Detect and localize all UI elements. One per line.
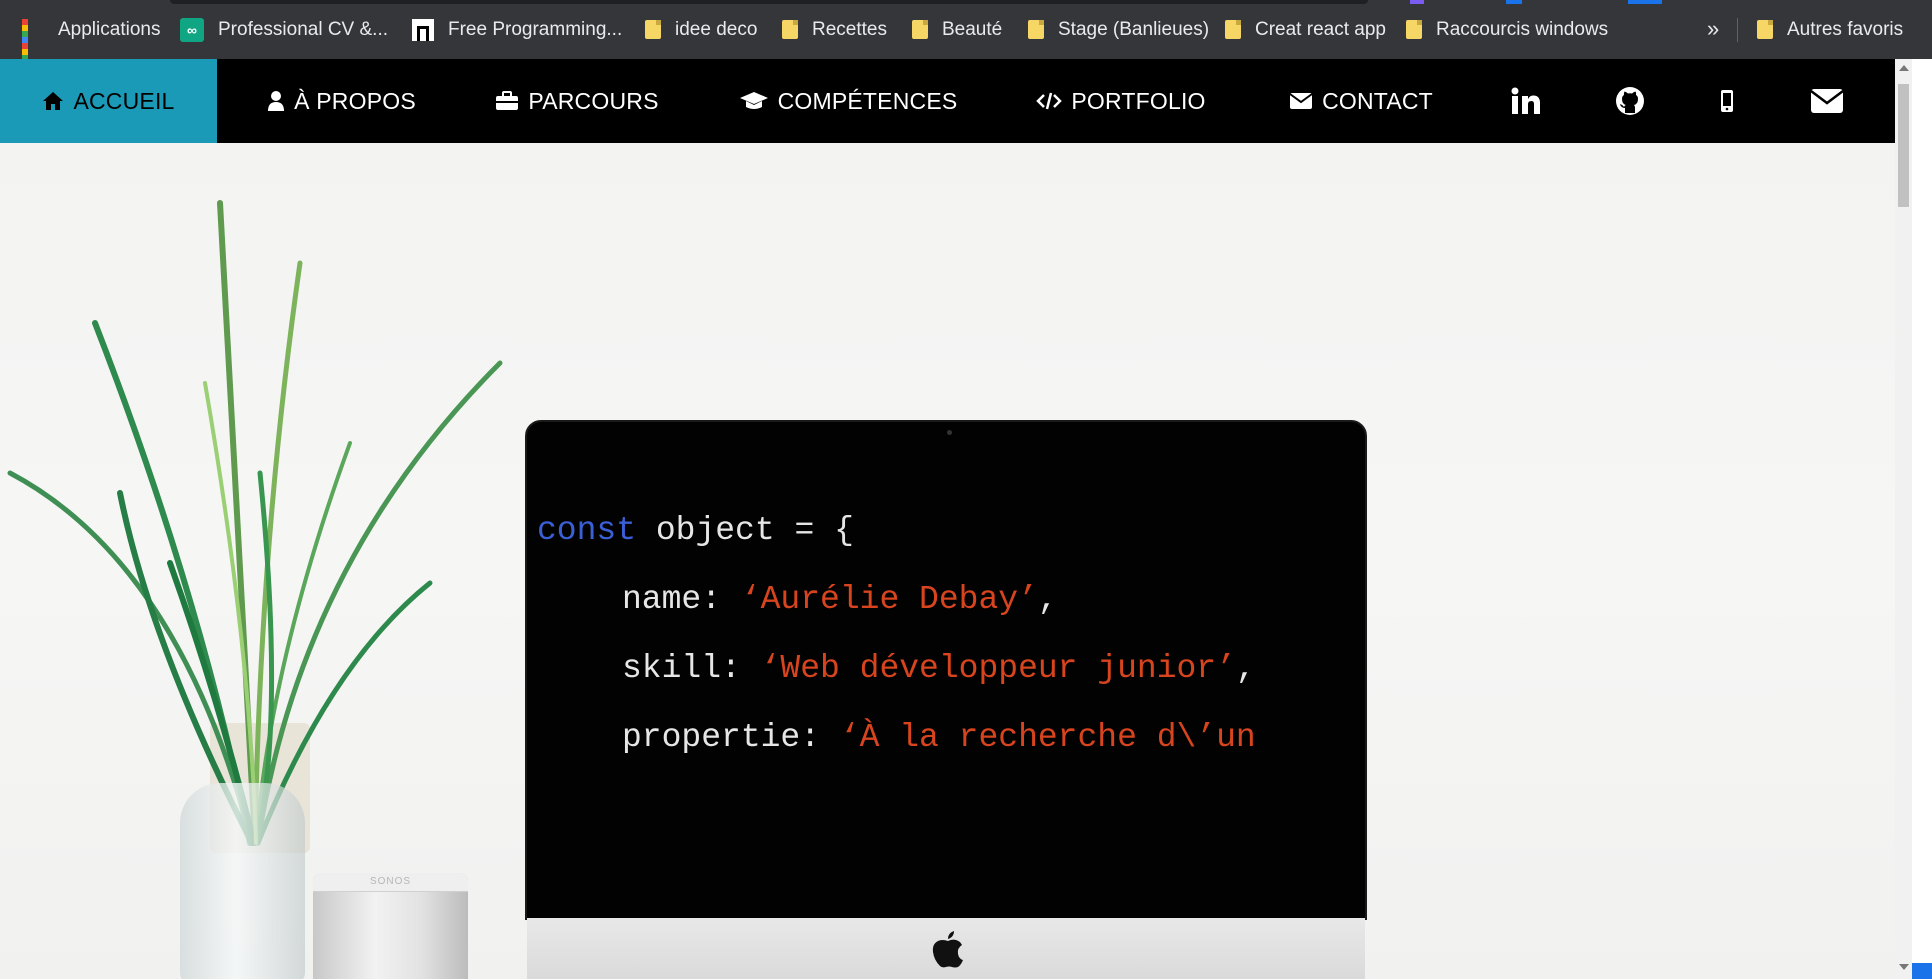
- nav-label: PARCOURS: [528, 87, 659, 114]
- imac-chin: [527, 918, 1365, 979]
- bookmark-label: Professional CV &...: [218, 18, 389, 40]
- nav-a-propos[interactable]: À PROPOS: [258, 59, 425, 143]
- code-string: ‘À la recherche d\’un: [839, 719, 1256, 756]
- bookmark-creat-react-app[interactable]: Creat react app: [1225, 0, 1386, 59]
- bookmark-label: Free Programming...: [448, 18, 623, 40]
- bookmark-free-programming[interactable]: Free Programming...: [412, 0, 622, 59]
- bookmark-other-favorites[interactable]: Autres favoris: [1757, 0, 1903, 59]
- code-string: ‘Aurélie Debay’: [740, 581, 1038, 618]
- code-icon: [1036, 92, 1063, 110]
- bookmark-label: Autres favoris: [1787, 18, 1904, 40]
- imac-screen: const object = { name: ‘Aurélie Debay’, …: [525, 420, 1367, 920]
- code-key: name:: [622, 581, 741, 618]
- bookmark-label: Recettes: [812, 18, 887, 40]
- bookmarks-overflow-button[interactable]: »: [1707, 16, 1719, 42]
- nav-competences[interactable]: COMPÉTENCES: [736, 59, 960, 143]
- email-link[interactable]: [1808, 59, 1846, 143]
- code-key: skill:: [622, 650, 761, 687]
- scrollbar-thumb[interactable]: [1898, 84, 1909, 207]
- github-icon: [1616, 87, 1644, 115]
- code-key: propertie:: [622, 719, 840, 756]
- bookmark-professional-cv[interactable]: ∞ Professional CV &...: [180, 0, 388, 59]
- phone-link[interactable]: [1715, 59, 1739, 143]
- github-link[interactable]: [1610, 59, 1650, 143]
- linkedin-icon: [1511, 87, 1540, 114]
- hero-banner: SONOS const object = { name: ‘Aurélie De…: [0, 143, 1895, 979]
- code-punct: ,: [1235, 650, 1256, 687]
- folder-icon: [1028, 20, 1044, 39]
- nav-portfolio[interactable]: PORTFOLIO: [1033, 59, 1209, 143]
- code-punct: ,: [1037, 581, 1058, 618]
- window-edge: [1912, 59, 1932, 979]
- bookmark-idee-deco[interactable]: idee deco: [645, 0, 757, 59]
- briefcase-icon: [496, 91, 519, 110]
- nav-label: À PROPOS: [294, 87, 416, 114]
- nav-parcours[interactable]: PARCOURS: [492, 59, 662, 143]
- bookmark-label: Raccourcis windows: [1436, 18, 1609, 40]
- bookmark-label: Creat react app: [1255, 18, 1386, 40]
- bookmark-stage-banlieues[interactable]: Stage (Banlieues): [1028, 0, 1209, 59]
- bookmarks-separator: [1737, 18, 1738, 42]
- bookmark-label: Beauté: [942, 18, 1003, 40]
- code-text: object = {: [636, 512, 854, 549]
- folder-icon: [912, 20, 928, 39]
- bookmark-beaute[interactable]: Beauté: [912, 0, 1002, 59]
- envelope-icon: [1289, 93, 1313, 109]
- user-icon: [268, 91, 285, 111]
- extension-indicator: [1628, 0, 1662, 4]
- camera-dot: [947, 430, 952, 435]
- site-navbar: ACCUEIL À PROPOS PARCOURS COMPÉTENCES PO…: [0, 59, 1895, 143]
- bookmark-recettes[interactable]: Recettes: [782, 0, 887, 59]
- home-icon: [43, 92, 64, 110]
- nav-label: PORTFOLIO: [1071, 87, 1206, 114]
- envelope-icon: [1810, 89, 1844, 113]
- glass-vase: [180, 783, 305, 979]
- speaker: SONOS: [313, 873, 468, 979]
- bookmark-raccourcis-windows[interactable]: Raccourcis windows: [1406, 0, 1608, 59]
- mobile-phone-icon: [1721, 90, 1733, 112]
- code-line-3: skill: ‘Web développeur junior’,: [622, 650, 1256, 687]
- scroll-down-arrow-icon[interactable]: [1899, 964, 1909, 970]
- bookmark-applications[interactable]: Applications: [22, 0, 161, 73]
- nav-contact[interactable]: CONTACT: [1285, 59, 1437, 143]
- cv-site-icon: ∞: [180, 17, 204, 42]
- freecodecamp-icon: [412, 18, 434, 41]
- scroll-up-arrow-icon[interactable]: [1899, 65, 1909, 71]
- graduation-cap-icon: [739, 92, 768, 109]
- page-scrollbar[interactable]: [1895, 59, 1912, 979]
- code-line-4: propertie: ‘À la recherche d\’un: [622, 719, 1256, 756]
- code-line-1: const object = {: [537, 512, 854, 549]
- speaker-brand: SONOS: [369, 876, 412, 887]
- bookmark-label: idee deco: [675, 18, 758, 40]
- bookmarks-bar: Applications ∞ Professional CV &... Free…: [0, 0, 1932, 73]
- window-edge-accent: [1912, 963, 1932, 979]
- code-keyword: const: [537, 512, 637, 549]
- folder-icon: [1406, 20, 1422, 39]
- folder-icon: [1757, 20, 1773, 39]
- nav-accueil[interactable]: ACCUEIL: [0, 59, 217, 143]
- bookmark-label: Stage (Banlieues): [1058, 18, 1210, 40]
- linkedin-link[interactable]: [1504, 59, 1548, 143]
- nav-label: ACCUEIL: [73, 87, 175, 114]
- folder-icon: [1225, 20, 1241, 39]
- folder-icon: [645, 20, 661, 39]
- apple-logo-icon: [932, 931, 963, 968]
- folder-icon: [782, 20, 798, 39]
- bookmark-label: Applications: [58, 18, 161, 40]
- code-line-2: name: ‘Aurélie Debay’,: [622, 581, 1058, 618]
- nav-label: CONTACT: [1322, 87, 1433, 114]
- nav-label: COMPÉTENCES: [777, 87, 958, 114]
- code-string: ‘Web développeur junior’: [760, 650, 1236, 687]
- apps-grid-icon: [22, 18, 44, 73]
